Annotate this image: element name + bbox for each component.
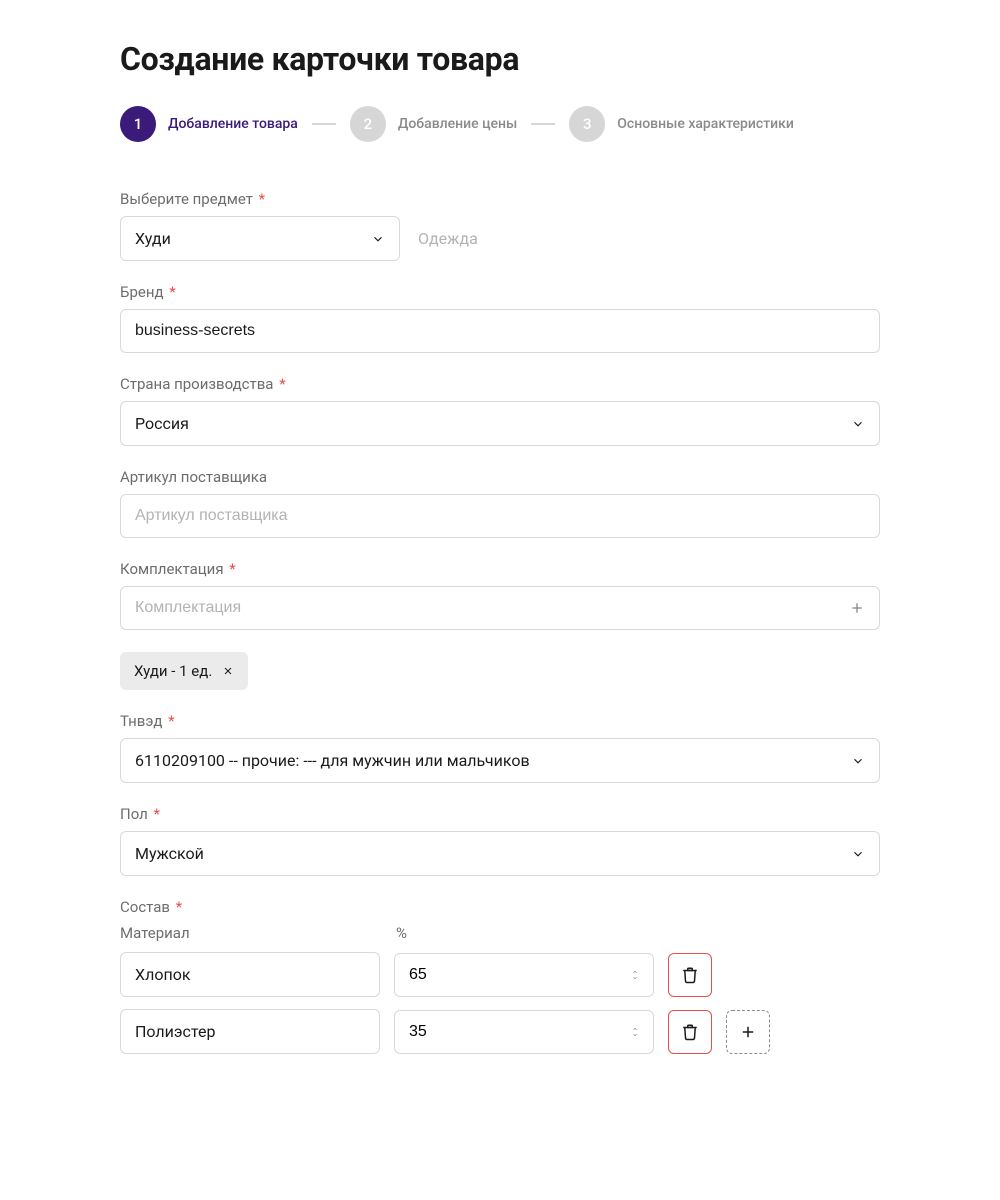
composition-percent-header: % <box>396 924 407 942</box>
required-asterisk: * <box>172 898 182 916</box>
material-value: Хлопок <box>135 965 191 984</box>
gender-label: Пол * <box>120 805 880 823</box>
material-value: Полиэстер <box>135 1022 215 1041</box>
material-input[interactable]: Полиэстер <box>120 1009 380 1054</box>
close-icon[interactable] <box>222 665 234 677</box>
step-2-label: Добавление цены <box>398 116 517 132</box>
bundle-tag-text: Худи - 1 ед. <box>134 662 212 680</box>
step-1-label: Добавление товара <box>168 116 298 132</box>
percent-field[interactable] <box>409 1023 631 1041</box>
required-asterisk: * <box>226 560 236 578</box>
composition-material-header: Материал <box>120 924 380 942</box>
brand-field[interactable] <box>135 322 865 340</box>
brand-input[interactable] <box>120 309 880 353</box>
spinner-icons[interactable] <box>631 969 639 981</box>
composition-row: Хлопок <box>120 952 880 997</box>
subject-label: Выберите предмет * <box>120 190 880 208</box>
composition-label: Состав * <box>120 898 880 916</box>
stepper: 1 Добавление товара 2 Добавление цены 3 … <box>120 106 880 142</box>
supplier-article-field[interactable] <box>135 507 865 525</box>
spinner-icons[interactable] <box>631 1026 639 1038</box>
page-title: Создание карточки товара <box>120 40 880 78</box>
gender-value: Мужской <box>135 844 204 863</box>
plus-icon <box>739 1023 757 1041</box>
country-value: Россия <box>135 414 189 433</box>
composition-row: Полиэстер <box>120 1009 880 1054</box>
plus-icon[interactable] <box>849 600 865 616</box>
chevron-down-icon[interactable] <box>631 1032 639 1038</box>
add-row-button[interactable] <box>726 1010 770 1054</box>
required-asterisk: * <box>255 190 265 208</box>
tnved-label: Тнвэд * <box>120 712 880 730</box>
bundle-input[interactable] <box>120 586 880 630</box>
chevron-down-icon <box>371 232 385 246</box>
percent-input[interactable] <box>394 1010 654 1054</box>
chevron-down-icon <box>851 417 865 431</box>
subject-value: Худи <box>135 229 171 248</box>
step-2-circle: 2 <box>350 106 386 142</box>
percent-field[interactable] <box>409 966 631 984</box>
required-asterisk: * <box>166 283 176 301</box>
step-3-circle: 3 <box>569 106 605 142</box>
required-asterisk: * <box>275 375 285 393</box>
required-asterisk: * <box>150 805 160 823</box>
gender-select[interactable]: Мужской <box>120 831 880 876</box>
delete-row-button[interactable] <box>668 953 712 997</box>
bundle-field[interactable] <box>135 599 849 617</box>
tnved-select[interactable]: 6110209100 -- прочие: --- для мужчин или… <box>120 738 880 783</box>
required-asterisk: * <box>164 712 174 730</box>
bundle-tag: Худи - 1 ед. <box>120 652 248 690</box>
chevron-down-icon[interactable] <box>631 975 639 981</box>
chevron-down-icon <box>851 847 865 861</box>
step-divider <box>531 123 555 125</box>
subject-hint: Одежда <box>418 229 478 248</box>
material-input[interactable]: Хлопок <box>120 952 380 997</box>
delete-row-button[interactable] <box>668 1010 712 1054</box>
step-1[interactable]: 1 Добавление товара <box>120 106 298 142</box>
subject-select[interactable]: Худи <box>120 216 400 261</box>
supplier-article-label: Артикул поставщика <box>120 468 880 486</box>
chevron-down-icon <box>851 754 865 768</box>
step-divider <box>312 123 336 125</box>
step-2[interactable]: 2 Добавление цены <box>350 106 517 142</box>
country-select[interactable]: Россия <box>120 401 880 446</box>
step-3[interactable]: 3 Основные характеристики <box>569 106 794 142</box>
bundle-label: Комплектация * <box>120 560 880 578</box>
step-1-circle: 1 <box>120 106 156 142</box>
supplier-article-input[interactable] <box>120 494 880 538</box>
step-3-label: Основные характеристики <box>617 116 794 132</box>
trash-icon <box>681 966 699 984</box>
trash-icon <box>681 1023 699 1041</box>
brand-label: Бренд * <box>120 283 880 301</box>
percent-input[interactable] <box>394 953 654 997</box>
country-label: Страна производства * <box>120 375 880 393</box>
tnved-value: 6110209100 -- прочие: --- для мужчин или… <box>135 751 530 770</box>
